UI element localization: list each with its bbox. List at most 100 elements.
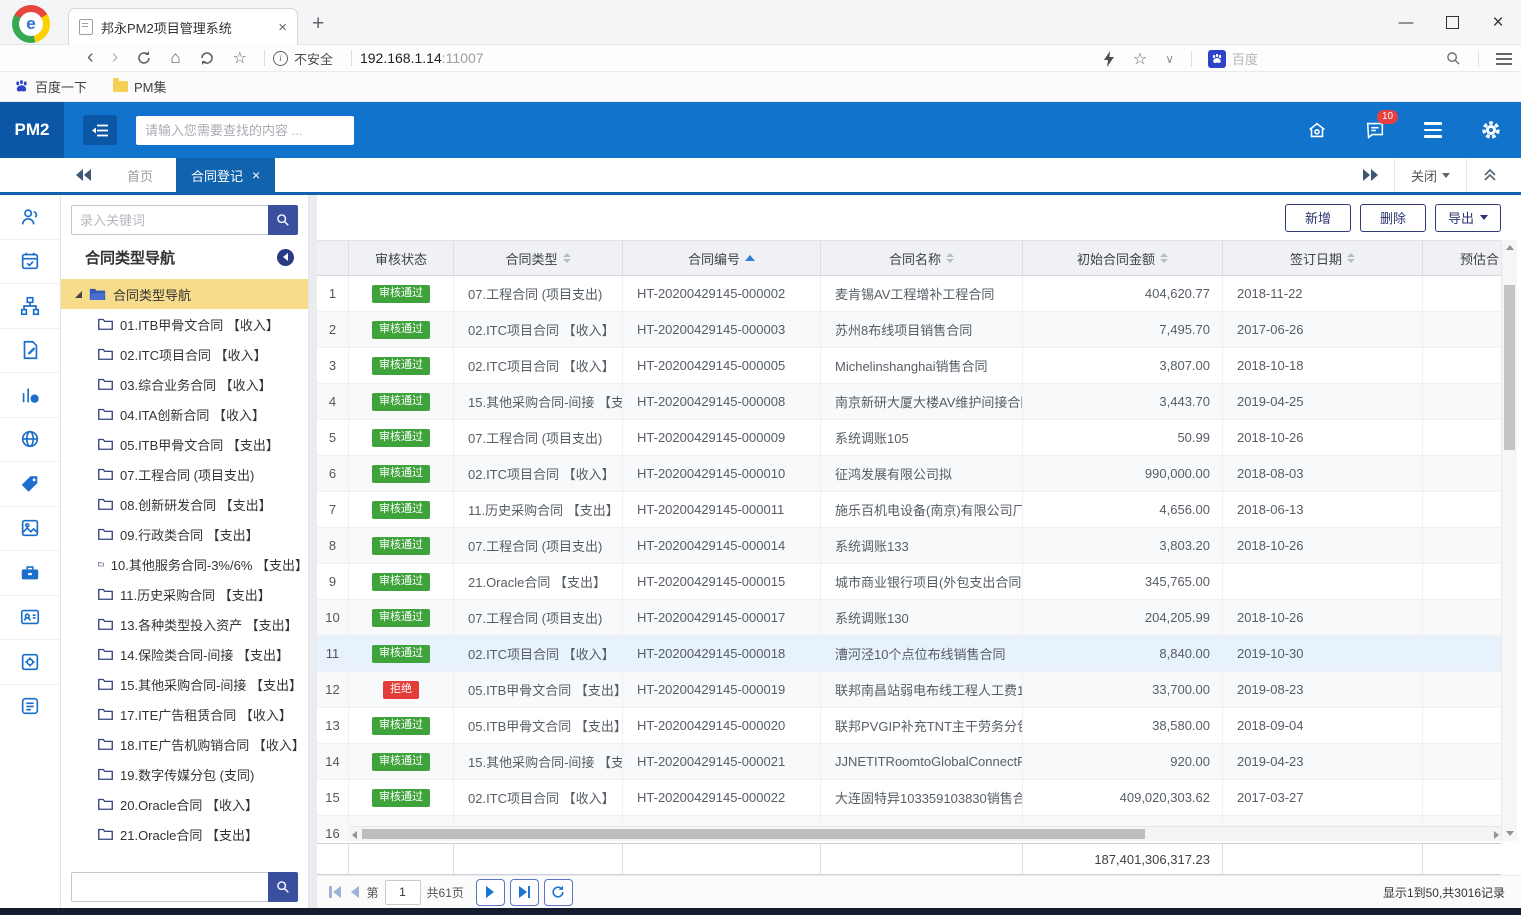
rail-globe-icon[interactable]	[0, 418, 60, 463]
tree-item[interactable]: 05.ITB甲骨文合同 【支出】	[61, 429, 308, 459]
forward-icon[interactable]: ›	[112, 48, 119, 66]
bookmark-baidu[interactable]: 百度一下	[14, 77, 87, 96]
tree-item[interactable]: 19.数字传媒分包 (支同)	[61, 759, 308, 789]
scroll-left-icon[interactable]	[352, 831, 357, 839]
table-row[interactable]: 9 审核通过 21.Oracle合同 【支出】 HT-20200429145-0…	[317, 564, 1501, 600]
rail-orgchart-icon[interactable]	[0, 284, 60, 329]
app-menu-icon[interactable]	[1421, 118, 1445, 142]
tree-item[interactable]: 15.其他采购合同-间接 【支出】	[61, 669, 308, 699]
browser-tab[interactable]: 邦永PM2项目管理系统 ×	[68, 8, 298, 45]
rail-image-icon[interactable]	[0, 507, 60, 552]
sort-icon[interactable]	[1347, 253, 1355, 263]
page-number-input[interactable]	[385, 880, 421, 905]
menu-icon[interactable]	[1496, 53, 1512, 65]
tree-filter-input[interactable]	[71, 872, 268, 902]
horizontal-scrollbar[interactable]	[350, 826, 1501, 841]
table-row[interactable]: 10 审核通过 07.工程合同 (项目支出) HT-20200429145-00…	[317, 600, 1501, 636]
scroll-tabs-right-icon[interactable]	[1346, 158, 1394, 192]
collapse-up-icon[interactable]	[1466, 158, 1513, 192]
col-date[interactable]: 签订日期	[1223, 241, 1423, 275]
tab-close-icon[interactable]: ×	[278, 19, 287, 36]
col-estimate[interactable]: 预估合	[1423, 241, 1501, 275]
scroll-tabs-left-icon[interactable]	[64, 158, 104, 192]
search-engine-selector[interactable]: 百度	[1208, 49, 1258, 68]
tree-filter-button[interactable]	[268, 872, 298, 902]
rail-tag-icon[interactable]	[0, 462, 60, 507]
table-row[interactable]: 8 审核通过 07.工程合同 (项目支出) HT-20200429145-000…	[317, 528, 1501, 564]
security-label[interactable]: 不安全	[294, 49, 333, 68]
table-row[interactable]: 3 审核通过 02.ITC项目合同 【收入】 HT-20200429145-00…	[317, 348, 1501, 384]
table-row[interactable]: 1 审核通过 07.工程合同 (项目支出) HT-20200429145-000…	[317, 276, 1501, 312]
undo-icon[interactable]	[199, 50, 215, 66]
tree-item[interactable]: 14.保险类合同-间接 【支出】	[61, 639, 308, 669]
rail-idcard-icon[interactable]	[0, 596, 60, 641]
sort-asc-icon[interactable]	[745, 255, 755, 261]
table-row[interactable]: 11 审核通过 02.ITC项目合同 【收入】 HT-20200429145-0…	[317, 636, 1501, 672]
tree-item[interactable]: 17.ITE广告租赁合同 【收入】	[61, 699, 308, 729]
scroll-right-icon[interactable]	[1494, 831, 1499, 839]
table-row[interactable]: 13 审核通过 05.ITB甲骨文合同 【支出】 HT-20200429145-…	[317, 708, 1501, 744]
close-tabs-menu[interactable]: 关闭	[1394, 158, 1466, 192]
table-row[interactable]: 7 审核通过 11.历史采购合同 【支出】 HT-20200429145-000…	[317, 492, 1501, 528]
tab-contract-register[interactable]: 合同登记 ×	[176, 158, 275, 192]
site-info-icon[interactable]: i	[273, 51, 288, 66]
sort-icon[interactable]	[1160, 253, 1168, 263]
tree-item[interactable]: 20.Oracle合同 【收入】	[61, 789, 308, 819]
scroll-up-icon[interactable]	[1506, 245, 1514, 250]
tree-item[interactable]: 11.历史采购合同 【支出】	[61, 579, 308, 609]
settings-gear-icon[interactable]	[1479, 118, 1503, 142]
tree-item[interactable]: 10.其他服务合同-3%/6% 【支出】	[61, 549, 308, 579]
rail-report-icon[interactable]	[0, 685, 60, 729]
col-amount[interactable]: 初始合同金额	[1023, 241, 1223, 275]
table-row[interactable]: 2 审核通过 02.ITC项目合同 【收入】 HT-20200429145-00…	[317, 312, 1501, 348]
minimize-button[interactable]: —	[1383, 0, 1429, 45]
browser-logo-icon[interactable]: e	[12, 5, 50, 43]
last-page-button[interactable]	[510, 879, 539, 906]
table-row[interactable]: 14 审核通过 15.其他采购合同-间接 【支出】 HT-20200429145…	[317, 744, 1501, 780]
panel-collapse-button[interactable]	[277, 249, 294, 266]
lightning-icon[interactable]	[1103, 51, 1115, 67]
home-icon[interactable]: ⌂	[170, 48, 180, 68]
sort-icon[interactable]	[563, 253, 571, 263]
back-icon[interactable]: ‹	[87, 48, 94, 66]
tree-item[interactable]: 04.ITA创新合同 【收入】	[61, 399, 308, 429]
first-page-button[interactable]	[329, 886, 341, 898]
bookmark-folder-pm[interactable]: PM集	[113, 77, 167, 96]
delete-button[interactable]: 删除	[1360, 204, 1426, 232]
prev-page-button[interactable]	[351, 886, 359, 898]
collapse-menu-button[interactable]	[83, 115, 117, 145]
tree-item[interactable]: 02.ITC项目合同 【收入】	[61, 339, 308, 369]
scrollbar-thumb[interactable]	[362, 829, 1145, 839]
tree-item[interactable]: 01.ITB甲骨文合同 【收入】	[61, 309, 308, 339]
rail-document-edit-icon[interactable]	[0, 329, 60, 374]
tree-item[interactable]: 07.工程合同 (项目支出)	[61, 459, 308, 489]
tree-search-input[interactable]	[71, 205, 268, 235]
scrollbar-thumb[interactable]	[1504, 285, 1515, 450]
tree-item[interactable]: 13.各种类型投入资产 【支出】	[61, 609, 308, 639]
table-row[interactable]: 12 拒绝 05.ITB甲骨文合同 【支出】 HT-20200429145-00…	[317, 672, 1501, 708]
tree-item[interactable]: 03.综合业务合同 【收入】	[61, 369, 308, 399]
refresh-button[interactable]	[544, 879, 573, 906]
export-button[interactable]: 导出	[1435, 204, 1501, 232]
rail-user-icon[interactable]	[0, 195, 60, 240]
address-bar[interactable]: 192.168.1.14:11007	[360, 50, 484, 66]
app-logo[interactable]: PM2	[0, 102, 64, 158]
tree-item[interactable]: 18.ITE广告机购销合同 【收入】	[61, 729, 308, 759]
global-search-input[interactable]	[136, 116, 354, 145]
table-row[interactable]: 15 审核通过 02.ITC项目合同 【收入】 HT-20200429145-0…	[317, 780, 1501, 816]
expanded-caret-icon[interactable]	[75, 291, 82, 298]
tree-item[interactable]: 08.创新研发合同 【支出】	[61, 489, 308, 519]
vertical-scrollbar[interactable]	[1501, 240, 1517, 841]
rail-finance-chart-icon[interactable]: ¥	[0, 373, 60, 418]
new-tab-button[interactable]: +	[312, 12, 324, 36]
rail-settings-box-icon[interactable]	[0, 640, 60, 685]
tab-close-icon[interactable]: ×	[252, 167, 260, 183]
tree-search-button[interactable]	[268, 205, 298, 235]
col-code[interactable]: 合同编号	[623, 241, 821, 275]
scroll-down-icon[interactable]	[1506, 831, 1514, 836]
col-status[interactable]: 审核状态	[349, 241, 454, 275]
table-row[interactable]: 5 审核通过 07.工程合同 (项目支出) HT-20200429145-000…	[317, 420, 1501, 456]
search-icon[interactable]	[1446, 51, 1461, 66]
reload-icon[interactable]	[136, 50, 152, 66]
maximize-button[interactable]	[1429, 0, 1475, 45]
